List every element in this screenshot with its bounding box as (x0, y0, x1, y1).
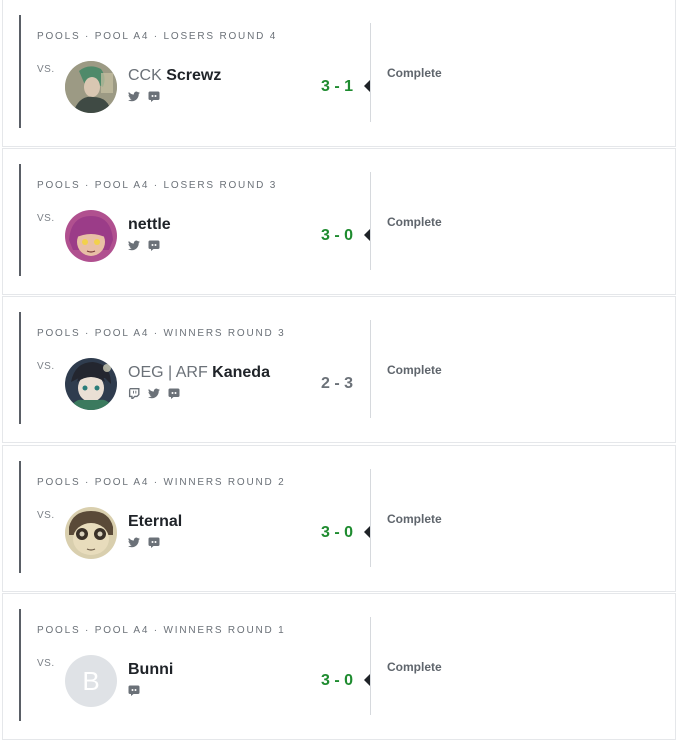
opponent-prefix: OEG | ARF (128, 364, 213, 381)
opponent-name[interactable]: Eternal (128, 513, 182, 531)
twitter-icon[interactable] (128, 91, 140, 102)
vs-label: VS. (37, 213, 55, 224)
social-links (128, 91, 160, 102)
round-title: POOLS · POOL A4 · WINNERS ROUND 1 (37, 625, 286, 636)
opponent-name[interactable]: CCK Screwz (128, 67, 221, 85)
vs-label: VS. (37, 361, 55, 372)
vs-label: VS. (37, 64, 55, 75)
round-title: POOLS · POOL A4 · WINNERS ROUND 2 (37, 477, 286, 488)
twitch-icon[interactable] (128, 388, 140, 399)
avatar[interactable] (65, 358, 117, 410)
column-divider (370, 469, 371, 567)
match-score: 3 - 0 (320, 227, 353, 244)
match-accent-bar (19, 609, 21, 721)
match-score: 2 - 3 (320, 375, 353, 392)
avatar-image (65, 210, 117, 262)
match-card[interactable]: POOLS · POOL A4 · WINNERS ROUND 2 VS. Et… (2, 445, 676, 592)
match-card[interactable]: POOLS · POOL A4 · WINNERS ROUND 3 VS. OE… (2, 296, 676, 443)
opponent-prefix: CCK (128, 67, 167, 84)
match-status: Complete (387, 363, 442, 377)
match-card[interactable]: POOLS · POOL A4 · LOSERS ROUND 4 VS. CCK… (2, 0, 676, 147)
avatar[interactable] (65, 507, 117, 559)
social-links (128, 240, 160, 251)
match-accent-bar (19, 164, 21, 276)
avatar[interactable] (65, 61, 117, 113)
match-card[interactable]: POOLS · POOL A4 · WINNERS ROUND 1 VS. B … (2, 593, 676, 740)
opponent-gamertag: Bunni (128, 661, 174, 678)
twitter-icon[interactable] (128, 537, 140, 548)
discord-icon[interactable] (148, 240, 160, 251)
avatar-image (65, 358, 117, 410)
column-divider (370, 172, 371, 270)
avatar[interactable] (65, 210, 117, 262)
match-status: Complete (387, 215, 442, 229)
opponent-gamertag: Kaneda (212, 364, 270, 381)
match-history-list: POOLS · POOL A4 · LOSERS ROUND 4 VS. CCK… (0, 0, 681, 741)
match-status: Complete (387, 660, 442, 674)
opponent-gamertag: nettle (128, 216, 171, 233)
round-title: POOLS · POOL A4 · WINNERS ROUND 3 (37, 328, 286, 339)
match-score: 3 - 0 (320, 524, 353, 541)
opponent-gamertag: Eternal (128, 513, 183, 530)
discord-icon[interactable] (128, 685, 140, 696)
discord-icon[interactable] (148, 537, 160, 548)
column-divider (370, 617, 371, 715)
column-divider (370, 23, 371, 122)
discord-icon[interactable] (148, 91, 160, 102)
match-status: Complete (387, 66, 442, 80)
column-divider (370, 320, 371, 418)
social-links (128, 388, 180, 399)
social-links (128, 537, 160, 548)
social-links (128, 685, 140, 696)
avatar-image (65, 61, 117, 113)
twitter-icon[interactable] (148, 388, 160, 399)
match-card[interactable]: POOLS · POOL A4 · LOSERS ROUND 3 VS. net… (2, 148, 676, 295)
discord-icon[interactable] (168, 388, 180, 399)
avatar-placeholder[interactable]: B (65, 655, 117, 707)
match-accent-bar (19, 312, 21, 424)
match-score: 3 - 0 (320, 672, 353, 689)
avatar-image (65, 507, 117, 559)
opponent-name[interactable]: nettle (128, 216, 171, 234)
twitter-icon[interactable] (128, 240, 140, 251)
round-title: POOLS · POOL A4 · LOSERS ROUND 3 (37, 180, 278, 191)
vs-label: VS. (37, 510, 55, 521)
match-accent-bar (19, 15, 21, 128)
opponent-gamertag: Screwz (166, 67, 222, 84)
match-accent-bar (19, 461, 21, 573)
vs-label: VS. (37, 658, 55, 669)
opponent-name[interactable]: OEG | ARF Kaneda (128, 364, 270, 382)
opponent-name[interactable]: Bunni (128, 661, 173, 679)
match-score: 3 - 1 (320, 78, 353, 95)
round-title: POOLS · POOL A4 · LOSERS ROUND 4 (37, 31, 278, 42)
match-status: Complete (387, 512, 442, 526)
